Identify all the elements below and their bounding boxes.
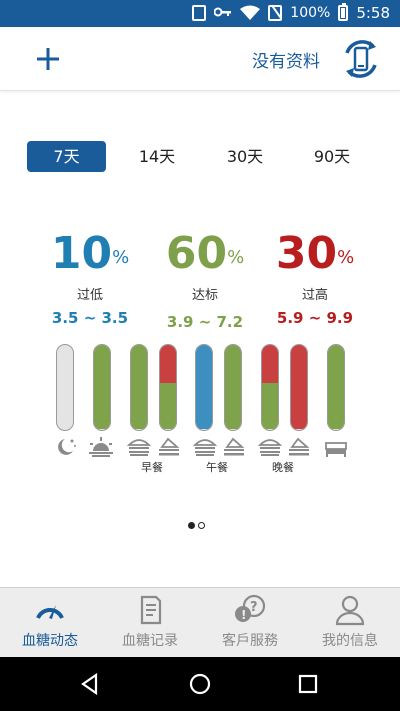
nav-label: 客戶服務 — [222, 633, 278, 649]
profile-icon — [335, 595, 365, 626]
stat-target-percent: 60% — [165, 228, 245, 279]
phone-sync-icon — [345, 40, 377, 78]
bar-segment-high — [291, 345, 307, 429]
bar-segment-high — [160, 345, 176, 383]
meal-label-dinner: 晚餐 — [272, 461, 294, 474]
page-dot-active[interactable] — [188, 522, 195, 529]
bar-segment-target — [160, 382, 176, 429]
stat-target: 60% 达标 3.9 ~ 7.2 — [150, 226, 260, 331]
page-dot[interactable] — [198, 522, 205, 529]
glucose-bar-bedtime — [327, 344, 345, 431]
bottom-nav: 血糖动态 血糖记录 ? ! 客戶服務 我的信息 — [0, 587, 400, 657]
stat-high-label: 过高 — [301, 288, 328, 303]
svg-text:!: ! — [241, 608, 246, 622]
glucose-bar-breakfast-before — [130, 344, 148, 431]
nav-glucose-log[interactable]: 血糖记录 — [100, 588, 200, 658]
glucose-bar-dinner-before — [261, 344, 279, 431]
stat-high-percent: 30% — [275, 228, 355, 279]
meal-after-icon — [159, 437, 180, 456]
stat-low-range: 3.5 ~ 3.5 — [51, 309, 129, 327]
meal-before-icon — [127, 439, 151, 456]
status-bar: 100% 5:58 — [0, 0, 400, 27]
bar-segment-high — [262, 345, 278, 383]
page-indicator[interactable] — [188, 522, 205, 529]
glucose-bar-morning — [93, 344, 111, 431]
home-icon[interactable] — [188, 672, 212, 696]
sunrise-icon — [89, 437, 113, 457]
glucose-bar-lunch-after — [224, 344, 242, 431]
stat-target-range: 3.9 ~ 7.2 — [166, 313, 244, 331]
glucose-bar-night — [56, 344, 74, 431]
bar-segment-target — [328, 345, 344, 429]
clock: 5:58 — [356, 4, 390, 22]
glucose-bar-breakfast-after — [159, 344, 177, 431]
glucose-bar-lunch-before — [195, 344, 213, 431]
nav-label: 血糖记录 — [122, 633, 178, 649]
tab-14-days[interactable]: 14天 — [122, 141, 192, 172]
add-button[interactable] — [34, 41, 62, 73]
no-sim-icon — [268, 5, 283, 21]
wifi-icon — [240, 5, 261, 21]
back-icon[interactable] — [78, 672, 102, 696]
bar-segment-target — [94, 345, 110, 429]
bed-icon — [325, 442, 347, 457]
glucose-bar-dinner-after — [290, 344, 308, 431]
nav-my-info[interactable]: 我的信息 — [300, 588, 400, 658]
stat-high-range: 5.9 ~ 9.9 — [276, 309, 354, 327]
moon-icon — [58, 439, 76, 455]
nav-glucose-trend[interactable]: 血糖动态 — [0, 588, 100, 658]
battery-icon — [338, 3, 349, 21]
no-data-label[interactable]: 没有资料 — [252, 47, 320, 72]
logbook-icon — [140, 595, 162, 625]
meal-after-icon — [289, 437, 310, 456]
support-icon: ? ! — [235, 594, 266, 622]
battery-percent: 100% — [290, 5, 331, 21]
tab-7-days[interactable]: 7天 — [27, 141, 106, 172]
nav-label: 我的信息 — [322, 633, 378, 649]
tab-90-days[interactable]: 90天 — [297, 141, 367, 172]
bar-segment-target — [262, 382, 278, 429]
stat-low-label: 过低 — [76, 288, 103, 303]
tab-30-days[interactable]: 30天 — [210, 141, 280, 172]
bar-segment-target — [131, 345, 147, 429]
app-bar: 没有资料 — [0, 27, 400, 91]
plus-icon — [37, 48, 59, 70]
sync-button[interactable] — [339, 37, 383, 81]
bar-segment-target — [225, 345, 241, 429]
meal-after-icon — [224, 437, 245, 456]
recents-icon[interactable] — [296, 672, 320, 696]
meal-label-lunch: 午餐 — [206, 461, 228, 474]
meal-before-icon — [193, 439, 217, 456]
meal-label-breakfast: 早餐 — [141, 461, 163, 474]
stat-low: 10% 过低 3.5 ~ 3.5 — [35, 226, 145, 327]
stat-high: 30% 过高 5.9 ~ 9.9 — [260, 226, 370, 327]
stat-low-percent: 10% — [50, 228, 130, 279]
gauge-icon — [36, 605, 64, 619]
bar-segment-low — [196, 345, 212, 429]
meal-before-icon — [258, 439, 282, 456]
stat-target-label: 达标 — [191, 288, 218, 303]
svg-text:?: ? — [250, 600, 258, 615]
vibrate-icon — [192, 5, 207, 21]
nav-label: 血糖动态 — [22, 633, 78, 649]
range-tabs: 7天 14天 30天 90天 — [27, 141, 367, 172]
key-icon — [213, 5, 232, 21]
nav-customer-service[interactable]: ? ! 客戶服務 — [200, 588, 300, 658]
system-nav-bar — [0, 657, 400, 711]
